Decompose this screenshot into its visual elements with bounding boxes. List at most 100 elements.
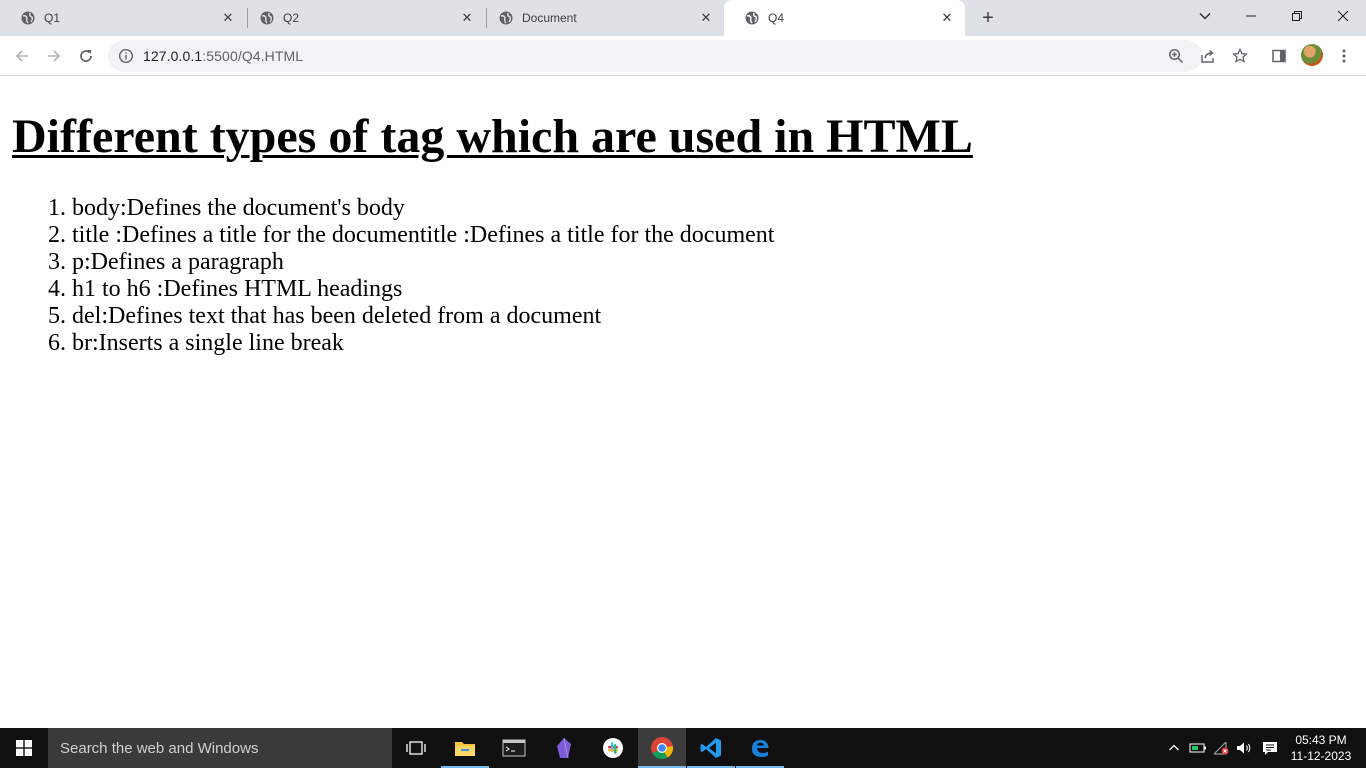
list-text: p:Defines a paragraph bbox=[72, 249, 284, 275]
volume-tray-button[interactable] bbox=[1235, 728, 1255, 768]
notification-icon bbox=[1263, 742, 1277, 755]
list-number: 2. bbox=[48, 222, 66, 248]
address-bar[interactable]: 127.0.0.1:5500/Q4.HTML bbox=[108, 40, 1248, 72]
list-item: 4. h1 to h6 :Defines HTML headings bbox=[48, 276, 774, 303]
taskbar-slack[interactable] bbox=[589, 728, 637, 768]
tag-list: 1. body:Defines the document's body 2. tit… bbox=[48, 195, 774, 357]
windows-icon bbox=[16, 740, 32, 756]
close-icon[interactable]: ✕ bbox=[220, 10, 236, 26]
list-text: title :Defines a title for the documenti… bbox=[72, 222, 775, 248]
folder-icon bbox=[455, 742, 475, 756]
url-text[interactable]: 127.0.0.1:5500/Q4.HTML bbox=[143, 48, 303, 64]
chevron-up-icon bbox=[1169, 744, 1179, 751]
chrome-icon bbox=[651, 737, 674, 759]
taskbar: Search the web and Windows 05:43 PM 11-1… bbox=[0, 728, 1366, 768]
globe-icon bbox=[260, 11, 274, 25]
tab-q1[interactable]: Q1 ✕ bbox=[0, 0, 246, 36]
tab-title: Q2 bbox=[283, 11, 300, 25]
list-text: del:Defines text that has been deleted f… bbox=[72, 303, 602, 329]
tab-title: Document bbox=[522, 11, 577, 25]
terminal-icon bbox=[502, 739, 526, 757]
wifi-off-icon bbox=[1213, 741, 1229, 755]
taskbar-clock[interactable]: 05:43 PM 11-12-2023 bbox=[1284, 732, 1358, 764]
battery-tray-button[interactable] bbox=[1188, 728, 1208, 768]
list-number: 3. bbox=[48, 249, 66, 275]
reload-button[interactable] bbox=[72, 42, 100, 70]
page-content: Different types of tag which are used in… bbox=[0, 77, 1366, 728]
list-item: 6. br:Inserts a single line break bbox=[48, 330, 774, 357]
reload-icon bbox=[80, 50, 92, 62]
list-number: 1. bbox=[48, 195, 66, 221]
share-icon bbox=[1201, 49, 1214, 63]
tab-document[interactable]: Document ✕ bbox=[478, 0, 724, 36]
start-button[interactable] bbox=[0, 728, 48, 768]
taskbar-terminal[interactable] bbox=[490, 728, 538, 768]
close-icon[interactable]: ✕ bbox=[459, 10, 475, 26]
taskbar-vscode[interactable] bbox=[687, 728, 735, 768]
list-number: 4. bbox=[48, 276, 66, 302]
clock-time: 05:43 PM bbox=[1295, 733, 1347, 747]
list-item: 1. body:Defines the document's body bbox=[48, 195, 774, 222]
task-view-icon bbox=[406, 741, 426, 755]
window-close-button[interactable] bbox=[1320, 0, 1366, 32]
url-path: :5500/Q4.HTML bbox=[202, 48, 304, 64]
list-item: 2. title :Defines a title for the documen… bbox=[48, 222, 774, 249]
side-panel-button[interactable] bbox=[1267, 44, 1291, 68]
volume-icon bbox=[1237, 742, 1251, 754]
task-view-button[interactable] bbox=[392, 728, 440, 768]
star-icon bbox=[1232, 48, 1248, 63]
back-button[interactable] bbox=[8, 42, 36, 70]
list-item: 5. del:Defines text that has been deleted… bbox=[48, 303, 774, 330]
obsidian-icon bbox=[557, 737, 571, 759]
globe-icon bbox=[499, 11, 513, 25]
restore-icon bbox=[1292, 11, 1302, 21]
taskbar-search-input[interactable]: Search the web and Windows bbox=[48, 728, 392, 768]
network-tray-button[interactable] bbox=[1211, 728, 1231, 768]
side-panel-icon bbox=[1272, 49, 1286, 63]
page-title: Different types of tag which are used in… bbox=[12, 110, 973, 163]
menu-button[interactable] bbox=[1332, 44, 1356, 68]
share-button[interactable] bbox=[1198, 46, 1218, 66]
taskbar-chrome[interactable] bbox=[638, 728, 686, 768]
list-number: 6. bbox=[48, 330, 66, 356]
tab-title: Q4 bbox=[768, 11, 785, 25]
arrow-left-icon bbox=[15, 50, 28, 62]
zoom-icon bbox=[1168, 48, 1184, 64]
taskbar-edge[interactable] bbox=[736, 728, 784, 768]
forward-button[interactable] bbox=[40, 42, 68, 70]
globe-icon bbox=[21, 11, 35, 25]
list-text: body:Defines the document's body bbox=[72, 195, 405, 221]
info-icon[interactable] bbox=[118, 48, 134, 64]
taskbar-obsidian[interactable] bbox=[540, 728, 588, 768]
restore-button[interactable] bbox=[1274, 0, 1320, 32]
minimize-icon bbox=[1246, 15, 1256, 17]
chevron-down-icon bbox=[1199, 13, 1211, 20]
list-number: 5. bbox=[48, 303, 66, 329]
taskbar-file-explorer[interactable] bbox=[441, 728, 489, 768]
close-icon[interactable]: ✕ bbox=[939, 10, 955, 26]
close-icon bbox=[1337, 10, 1349, 22]
tab-title: Q1 bbox=[44, 11, 61, 25]
minimize-button[interactable] bbox=[1228, 0, 1274, 32]
globe-icon bbox=[745, 11, 759, 25]
browser-toolbar: 127.0.0.1:5500/Q4.HTML bbox=[0, 36, 1366, 76]
zoom-button[interactable] bbox=[1166, 46, 1186, 66]
tab-search-button[interactable] bbox=[1182, 0, 1228, 32]
action-center-button[interactable] bbox=[1259, 728, 1281, 768]
more-vert-icon bbox=[1342, 49, 1346, 63]
avatar[interactable] bbox=[1301, 44, 1323, 66]
close-icon[interactable]: ✕ bbox=[698, 10, 714, 26]
list-text: h1 to h6 :Defines HTML headings bbox=[72, 276, 403, 302]
url-host: 127.0.0.1 bbox=[143, 48, 203, 64]
new-tab-button[interactable]: + bbox=[976, 6, 1000, 30]
tab-q4[interactable]: Q4 ✕ bbox=[724, 0, 965, 36]
list-text: br:Inserts a single line break bbox=[72, 330, 344, 356]
edge-icon bbox=[752, 740, 769, 757]
arrow-right-icon bbox=[48, 50, 61, 62]
bookmark-button[interactable] bbox=[1230, 46, 1250, 66]
clock-date: 11-12-2023 bbox=[1290, 749, 1352, 763]
show-hidden-icons-button[interactable] bbox=[1164, 728, 1184, 768]
tab-q2[interactable]: Q2 ✕ bbox=[239, 0, 485, 36]
list-item: 3. p:Defines a paragraph bbox=[48, 249, 774, 276]
battery-icon bbox=[1189, 743, 1206, 753]
